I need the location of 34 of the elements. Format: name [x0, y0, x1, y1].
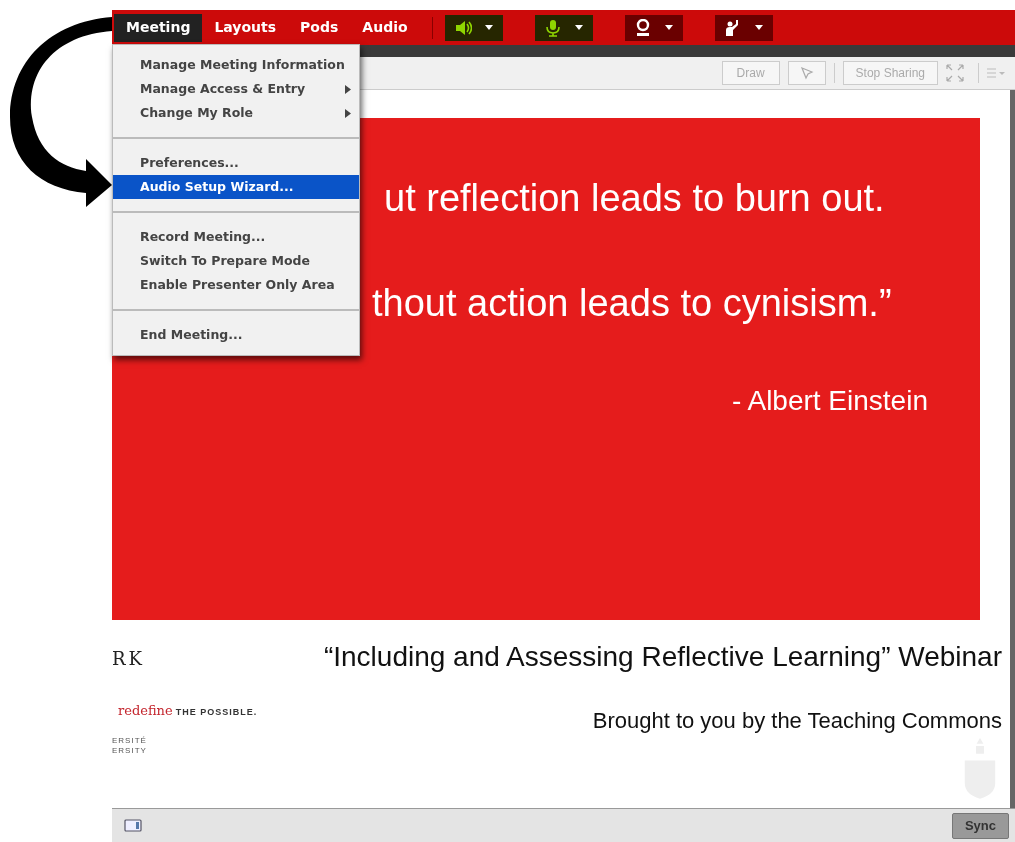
menu-bar-item[interactable]: Audio: [350, 13, 420, 42]
media-toggle-button[interactable]: [444, 14, 503, 41]
caret-icon: [664, 24, 673, 31]
menu-item[interactable]: End Meeting...: [113, 323, 359, 347]
menu-item[interactable]: Enable Presenter Only Area: [113, 273, 359, 297]
media-toggle-button[interactable]: [714, 14, 773, 41]
menu-item[interactable]: Switch To Prepare Mode: [113, 249, 359, 273]
menu-bar-item[interactable]: Layouts: [202, 13, 289, 42]
menu-item[interactable]: Record Meeting...: [113, 225, 359, 249]
pointer-icon: [799, 66, 814, 80]
menu-item[interactable]: Manage Access & Entry: [113, 77, 359, 101]
sync-button[interactable]: Sync: [951, 812, 1009, 839]
media-toggle-button[interactable]: [534, 14, 593, 41]
menu-item[interactable]: Manage Meeting Information: [113, 53, 359, 77]
webinar-subtitle: Brought to you by the Teaching Commons: [592, 707, 1002, 735]
menu-item[interactable]: Audio Setup Wizard...: [113, 175, 359, 199]
logo-text: ERSITY: [112, 746, 148, 756]
menu-item[interactable]: Preferences...: [113, 151, 359, 175]
quote-attribution: - Albert Einstein: [731, 384, 928, 418]
menu-bar-item[interactable]: Pods: [288, 13, 351, 42]
caret-icon: [754, 24, 763, 31]
menu-bar-item[interactable]: Meeting: [114, 13, 203, 42]
logo-wordmark: RK: [112, 650, 146, 668]
panel-toggle-icon[interactable]: [124, 819, 142, 832]
tagline: THE POSSIBLE.: [175, 706, 258, 717]
quote-line: thout action leads to cynisism.”: [372, 281, 893, 326]
media-toggle-button[interactable]: [624, 14, 683, 41]
logo-text: ERSITÉ: [112, 736, 148, 746]
webinar-title: “Including and Assessing Reflective Learning” Webinar: [323, 640, 1002, 674]
tagline-script: redefine: [118, 702, 173, 718]
menu-item[interactable]: Change My Role: [113, 101, 359, 125]
quote-line: ut reflection leads to burn out.: [384, 176, 886, 221]
caret-icon: [484, 24, 493, 31]
caret-icon: [574, 24, 583, 31]
